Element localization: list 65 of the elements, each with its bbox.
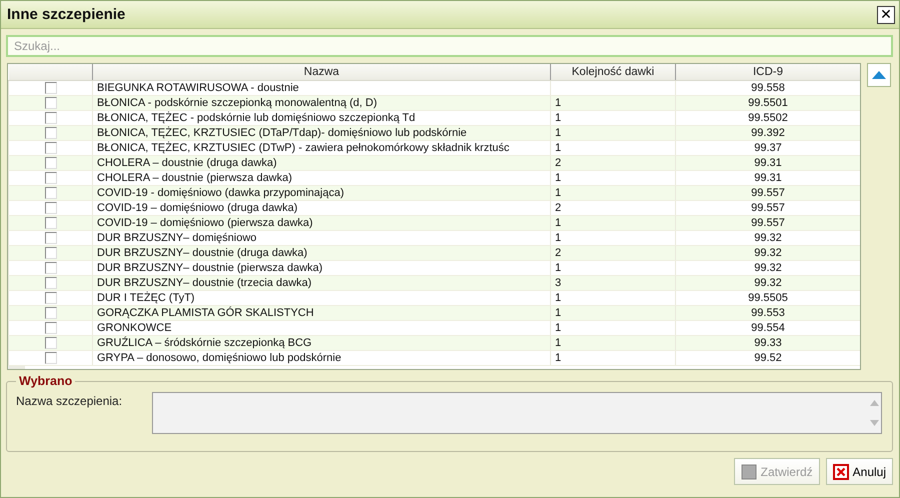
table-cell: DUR BRZUSZNY– doustnie (trzecia dawka) xyxy=(92,276,550,290)
table-cell: BŁONICA, TĘŻEC, KRZTUSIEC (DTaP/Tdap)- domięśniowo lub podskórnie xyxy=(92,126,550,140)
window-title: Inne szczepienie xyxy=(7,6,126,23)
table-cell: GRYPA – donosowo, domięśniowo lub podskórnie xyxy=(92,350,550,366)
checkbox[interactable] xyxy=(44,82,56,94)
table-cell: 99.392 xyxy=(676,126,860,140)
table-cell: GRUŹLICA – śródskórnie szczepionką BCG xyxy=(92,336,550,350)
table-cell: 99.32 xyxy=(676,276,860,290)
table-cell: 99.5501 xyxy=(676,96,860,110)
field-label: Nazwa szczepienia: xyxy=(16,393,122,410)
cancel-button[interactable]: Anuluj xyxy=(826,458,893,485)
checkbox[interactable] xyxy=(44,262,56,274)
table-cell: CHOLERA – doustnie (druga dawka) xyxy=(92,156,550,170)
square-icon xyxy=(740,464,757,480)
table-cell: COVID-19 – domięśniowo (pierwsza dawka) xyxy=(92,216,550,230)
checkbox[interactable] xyxy=(44,322,56,334)
checkbox[interactable] xyxy=(44,126,56,139)
table-cell: 99.33 xyxy=(676,336,860,350)
table-cell: 99.31 xyxy=(676,156,860,170)
column-header[interactable]: Nazwa xyxy=(92,64,550,80)
scroll-up-button[interactable] xyxy=(867,63,891,87)
table-cell: 2 xyxy=(550,156,676,170)
table-cell: 1 xyxy=(550,186,676,200)
up-arrow-icon xyxy=(872,71,886,79)
close-icon xyxy=(832,464,849,480)
search-field[interactable]: Szukaj... xyxy=(6,35,893,57)
checkbox[interactable] xyxy=(44,142,56,154)
checkbox[interactable] xyxy=(44,202,56,214)
checkbox[interactable] xyxy=(44,112,56,124)
table-cell: 2 xyxy=(550,246,676,260)
checkbox[interactable] xyxy=(44,306,56,319)
table-cell: 1 xyxy=(550,126,676,140)
close-button[interactable]: ✕ xyxy=(877,6,895,24)
table-cell: 99.553 xyxy=(676,306,860,320)
group-title: Wybrano xyxy=(18,374,74,388)
checkbox[interactable] xyxy=(44,292,56,304)
checkbox[interactable] xyxy=(44,276,56,289)
checkbox[interactable] xyxy=(44,96,56,109)
checkbox[interactable] xyxy=(44,352,56,364)
checkbox[interactable] xyxy=(44,336,56,349)
table-cell: DUR BRZUSZNY– doustnie (druga dawka) xyxy=(92,246,550,260)
column-header[interactable]: ICD-9 xyxy=(676,64,860,80)
text-area[interactable] xyxy=(152,392,882,434)
table-cell: 99.557 xyxy=(676,186,860,200)
table-cell: 99.52 xyxy=(676,350,860,366)
table-cell: 1 xyxy=(550,336,676,350)
table-cell: 1 xyxy=(550,306,676,320)
checkbox[interactable] xyxy=(44,156,56,169)
column-header[interactable]: Kolejność dawki xyxy=(550,64,676,80)
checkbox[interactable] xyxy=(44,246,56,259)
table-cell: BŁONICA - podskórnie szczepionką monowalentną (d, D) xyxy=(92,96,550,110)
table-cell: 1 xyxy=(550,216,676,230)
table-cell: 99.557 xyxy=(676,216,860,230)
table-cell: 99.32 xyxy=(676,246,860,260)
checkbox[interactable] xyxy=(44,186,56,199)
checkbox[interactable] xyxy=(44,172,56,184)
table-cell: 3 xyxy=(550,276,676,290)
table-cell: 1 xyxy=(550,350,676,366)
table-cell: GORĄCZKA PLAMISTA GÓR SKALISTYCH xyxy=(92,306,550,320)
table-cell: COVID-19 - domięśniowo (dawka przypominająca) xyxy=(92,186,550,200)
checkbox[interactable] xyxy=(44,232,56,244)
checkbox[interactable] xyxy=(44,216,56,229)
down-arrow-icon xyxy=(870,420,878,426)
table-cell: 1 xyxy=(550,96,676,110)
up-arrow-icon xyxy=(870,400,878,406)
